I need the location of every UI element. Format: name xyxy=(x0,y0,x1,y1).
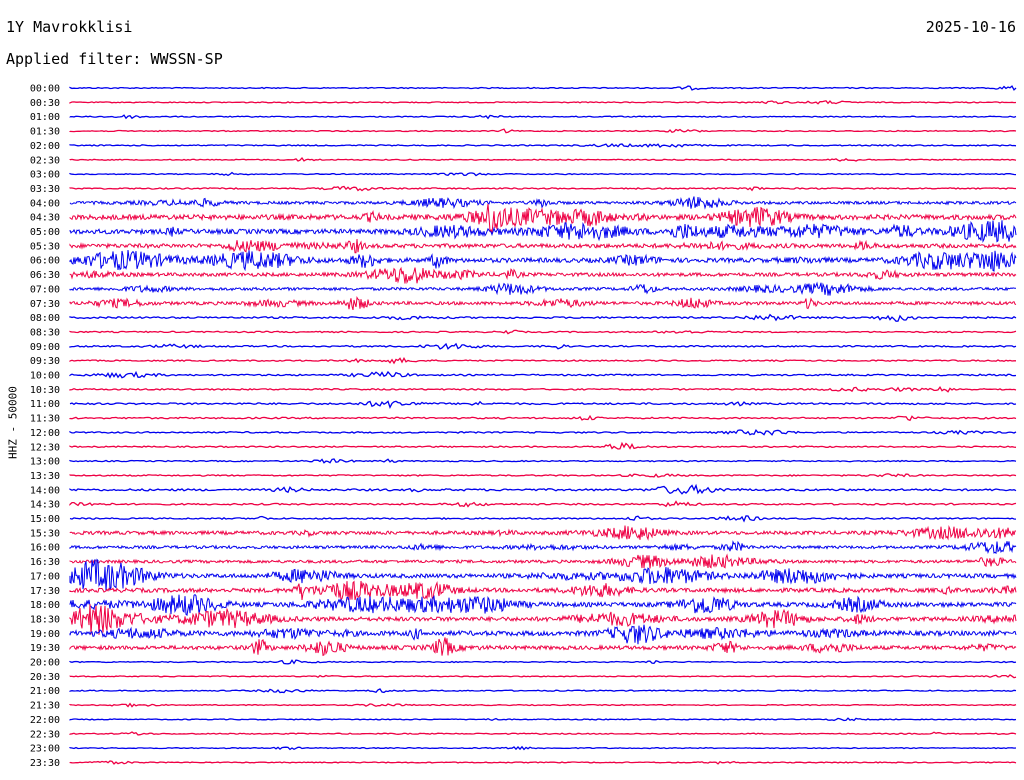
time-tick-label: 04:00 xyxy=(30,198,60,209)
time-tick-label: 00:30 xyxy=(30,98,60,109)
seismic-trace-line xyxy=(69,156,1017,162)
helicorder-plot: 00:00 00:30 01:00 01:30 02:00 02:30 03:00 03:30… xyxy=(30,84,1017,769)
seismic-trace-line xyxy=(69,429,1017,436)
seismic-trace-line xyxy=(69,500,1017,508)
time-tick-label: 23:30 xyxy=(30,758,60,769)
seismic-trace-line xyxy=(69,342,1017,350)
time-tick-label: 07:30 xyxy=(30,299,60,310)
seismic-trace-line xyxy=(69,143,1017,149)
time-tick-label: 06:30 xyxy=(30,270,60,281)
seismic-trace-line xyxy=(69,580,1017,602)
time-tick-label: 11:00 xyxy=(30,399,60,410)
time-tick-label: 16:30 xyxy=(30,557,60,568)
seismic-trace-line xyxy=(69,553,1017,569)
time-tick-label: 21:30 xyxy=(30,701,60,712)
seismic-trace-line xyxy=(69,249,1017,272)
time-tick-label: 20:00 xyxy=(30,658,60,669)
seismic-trace-line xyxy=(69,220,1017,244)
seismic-trace-line xyxy=(69,313,1017,322)
seismic-trace-line xyxy=(69,100,1017,105)
time-tick-label: 01:30 xyxy=(30,127,60,138)
seismic-trace-line xyxy=(69,558,1017,592)
time-tick-label: 20:30 xyxy=(30,672,60,683)
time-tick-label: 22:30 xyxy=(30,729,60,740)
time-tick-label: 02:30 xyxy=(30,155,60,166)
seismic-trace-line xyxy=(69,128,1017,134)
time-tick-label: 12:00 xyxy=(30,428,60,439)
seismic-trace-line xyxy=(69,114,1017,120)
seismic-trace-line xyxy=(69,674,1017,679)
seismic-trace-line xyxy=(69,717,1017,722)
time-tick-label: 05:00 xyxy=(30,227,60,238)
seismic-trace-line xyxy=(69,458,1017,464)
time-tick-label: 13:00 xyxy=(30,457,60,468)
time-tick-label: 06:00 xyxy=(30,256,60,267)
seismic-trace-line xyxy=(69,760,1017,765)
seismic-trace-line xyxy=(69,745,1017,751)
seismic-trace-line xyxy=(69,688,1017,694)
time-tick-label: 12:30 xyxy=(30,442,60,453)
time-tick-label: 14:00 xyxy=(30,485,60,496)
time-tick-label: 14:30 xyxy=(30,500,60,511)
seismic-trace-line xyxy=(69,281,1017,296)
time-tick-label: 07:00 xyxy=(30,284,60,295)
time-tick-label: 22:00 xyxy=(30,715,60,726)
seismic-trace-line xyxy=(69,441,1017,450)
time-tick-label: 05:30 xyxy=(30,241,60,252)
time-tick-label: 21:00 xyxy=(30,686,60,697)
seismic-trace-line xyxy=(69,702,1017,708)
time-tick-label: 16:00 xyxy=(30,543,60,554)
seismic-trace-line xyxy=(69,731,1017,736)
time-tick-label: 17:00 xyxy=(30,571,60,582)
time-tick-label: 10:30 xyxy=(30,385,60,396)
seismic-trace-line xyxy=(69,266,1017,285)
seismic-trace-line xyxy=(69,515,1017,523)
seismic-trace-line xyxy=(69,196,1017,210)
seismic-trace-line xyxy=(69,370,1017,379)
seismic-trace-line xyxy=(69,239,1017,254)
time-tick-label: 08:00 xyxy=(30,313,60,324)
seismic-trace-line xyxy=(69,659,1017,665)
time-tick-label: 19:00 xyxy=(30,629,60,640)
time-tick-label: 04:30 xyxy=(30,213,60,224)
seismic-trace-line xyxy=(69,329,1017,335)
time-tick-label: 02:00 xyxy=(30,141,60,152)
seismic-trace-line xyxy=(69,185,1016,192)
seismic-trace-line xyxy=(69,525,1016,541)
seismic-trace-line xyxy=(69,624,1017,645)
seismic-trace-line xyxy=(69,295,1017,311)
seismic-trace-line xyxy=(69,637,1017,657)
time-tick-label: 11:30 xyxy=(30,414,60,425)
time-tick-label: 09:30 xyxy=(30,356,60,367)
seismic-trace-line xyxy=(69,540,1017,555)
time-tick-label: 00:00 xyxy=(30,84,60,95)
seismic-trace-line xyxy=(69,593,1017,616)
seismic-trace-line xyxy=(69,414,1017,422)
time-tick-label: 03:30 xyxy=(30,184,60,195)
seismic-trace-line xyxy=(69,400,1017,409)
time-tick-label: 08:30 xyxy=(30,327,60,338)
time-tick-label: 03:00 xyxy=(30,170,60,181)
time-tick-label: 18:30 xyxy=(30,614,60,625)
time-tick-label: 18:00 xyxy=(30,600,60,611)
time-tick-label: 09:00 xyxy=(30,342,60,353)
time-tick-label: 01:00 xyxy=(30,112,60,123)
seismic-trace-line xyxy=(69,85,1017,91)
time-tick-label: 15:00 xyxy=(30,514,60,525)
seismic-trace-line xyxy=(69,483,1017,495)
time-tick-label: 23:00 xyxy=(30,744,60,755)
seismic-trace-line xyxy=(69,356,1016,365)
seismic-trace-line xyxy=(69,171,1017,177)
time-tick-label: 15:30 xyxy=(30,528,60,539)
time-tick-label: 13:30 xyxy=(30,471,60,482)
seismic-trace-line xyxy=(69,473,1017,478)
time-tick-label: 17:30 xyxy=(30,586,60,597)
time-tick-label: 19:30 xyxy=(30,643,60,654)
seismic-trace-line xyxy=(69,386,1017,393)
time-tick-label: 10:00 xyxy=(30,371,60,382)
